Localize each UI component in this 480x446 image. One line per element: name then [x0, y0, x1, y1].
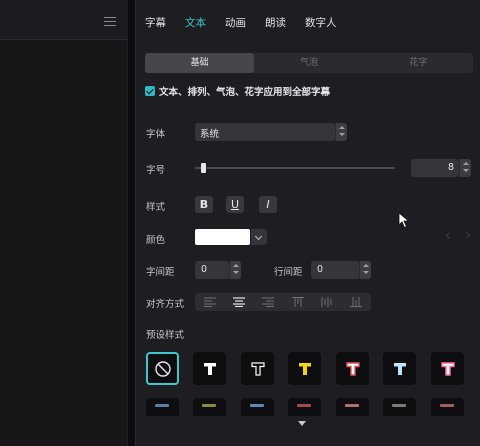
align-middle-icon[interactable]	[312, 293, 341, 311]
color-dropdown[interactable]	[251, 229, 267, 245]
line-spacing-input[interactable]: 0	[311, 261, 359, 279]
preset-row2-item[interactable]	[383, 398, 416, 416]
tab-read-aloud[interactable]: 朗读	[265, 0, 286, 44]
size-stepper[interactable]	[459, 159, 471, 177]
preset-swatch	[297, 404, 311, 407]
char-spacing-input[interactable]: 0	[195, 261, 229, 279]
bottom-bar	[136, 416, 480, 446]
chevron-down-icon	[254, 232, 263, 241]
preset-swatch	[440, 404, 454, 407]
line-spacing-label: 行间距	[274, 267, 303, 278]
preset-swatch	[250, 404, 264, 407]
align-label: 对齐方式	[146, 299, 185, 310]
align-top-icon[interactable]	[283, 293, 312, 311]
preset-swatch	[392, 404, 406, 407]
style-label: 样式	[146, 202, 166, 213]
tab-text[interactable]: 文本	[185, 0, 206, 44]
subtab-fancy-text[interactable]: 花字	[364, 53, 473, 73]
tab-digital-human[interactable]: 数字人	[305, 0, 337, 44]
expand-more-icon[interactable]	[298, 421, 306, 426]
preset-light-blue-t[interactable]	[383, 352, 416, 385]
tab-animation[interactable]: 动画	[225, 0, 246, 44]
preset-row2-item[interactable]	[241, 398, 274, 416]
preset-label: 预设样式	[146, 330, 185, 341]
size-input[interactable]: 8	[411, 159, 459, 177]
t-glyph-icon	[250, 361, 265, 376]
color-next-icon	[462, 231, 471, 240]
line-spacing-stepper[interactable]	[359, 261, 371, 279]
underline-button[interactable]: U	[226, 196, 244, 213]
preset-row2-item[interactable]	[288, 398, 321, 416]
t-glyph-icon	[440, 361, 455, 376]
color-swatch[interactable]	[195, 229, 250, 245]
preset-row2-item[interactable]	[336, 398, 369, 416]
align-center-icon[interactable]	[224, 293, 253, 311]
menu-icon[interactable]	[104, 17, 116, 26]
font-label: 字体	[146, 129, 166, 140]
line-spacing-value: 0	[317, 264, 324, 275]
t-glyph-icon	[393, 362, 406, 375]
preset-row2-item[interactable]	[193, 398, 226, 416]
size-label: 字号	[146, 165, 166, 176]
preset-row2-item[interactable]	[146, 398, 179, 416]
preset-white-t[interactable]	[193, 352, 226, 385]
apply-all-checkbox[interactable]	[145, 86, 155, 96]
char-spacing-value: 0	[201, 264, 208, 275]
left-panel-header	[0, 0, 128, 40]
bold-button[interactable]: B	[195, 196, 213, 213]
tab-subtitle[interactable]: 字幕	[145, 0, 166, 44]
t-glyph-icon	[203, 362, 216, 375]
font-select-spinner[interactable]	[335, 123, 347, 141]
preset-swatch	[345, 404, 359, 407]
size-value: 8	[447, 162, 454, 173]
size-slider[interactable]	[195, 163, 395, 173]
t-glyph-icon	[345, 361, 360, 376]
no-style-icon	[154, 360, 171, 377]
char-spacing-stepper[interactable]	[229, 261, 241, 279]
size-slider-thumb[interactable]	[201, 163, 206, 173]
text-subtabs: 基础 气泡 花字	[145, 53, 473, 73]
align-right-icon[interactable]	[254, 293, 283, 311]
text-properties-panel: 字幕 文本 动画 朗读 数字人 基础 气泡 花字 文本、排列、气泡、花字应用到全…	[135, 0, 480, 446]
color-label: 颜色	[146, 235, 166, 246]
preset-swatch	[155, 404, 169, 407]
apply-all-row: 文本、排列、气泡、花字应用到全部字幕	[145, 84, 330, 98]
italic-button[interactable]: I	[259, 196, 277, 213]
subtab-bubble[interactable]: 气泡	[254, 53, 363, 73]
preset-none[interactable]	[146, 352, 179, 385]
apply-all-label: 文本、排列、气泡、花字应用到全部字幕	[159, 87, 331, 98]
preset-pink-outline-t[interactable]	[431, 352, 464, 385]
preset-red-outline-t[interactable]	[336, 352, 369, 385]
char-spacing-label: 字间距	[146, 267, 175, 278]
preset-swatch	[202, 404, 216, 407]
mouse-cursor-icon	[398, 212, 410, 229]
align-group	[195, 293, 371, 311]
preset-outline-t[interactable]	[241, 352, 274, 385]
left-panel	[0, 0, 128, 446]
align-bottom-icon[interactable]	[342, 293, 371, 311]
preset-yellow-t[interactable]	[288, 352, 321, 385]
font-select[interactable]: 系统	[195, 123, 335, 141]
t-glyph-icon	[298, 362, 311, 375]
property-tabs: 字幕 文本 动画 朗读 数字人	[136, 0, 480, 44]
font-value: 系统	[200, 129, 220, 140]
subtab-basic[interactable]: 基础	[145, 53, 255, 73]
color-prev-icon	[445, 231, 454, 240]
align-left-icon[interactable]	[195, 293, 224, 311]
preset-row2-item[interactable]	[431, 398, 464, 416]
